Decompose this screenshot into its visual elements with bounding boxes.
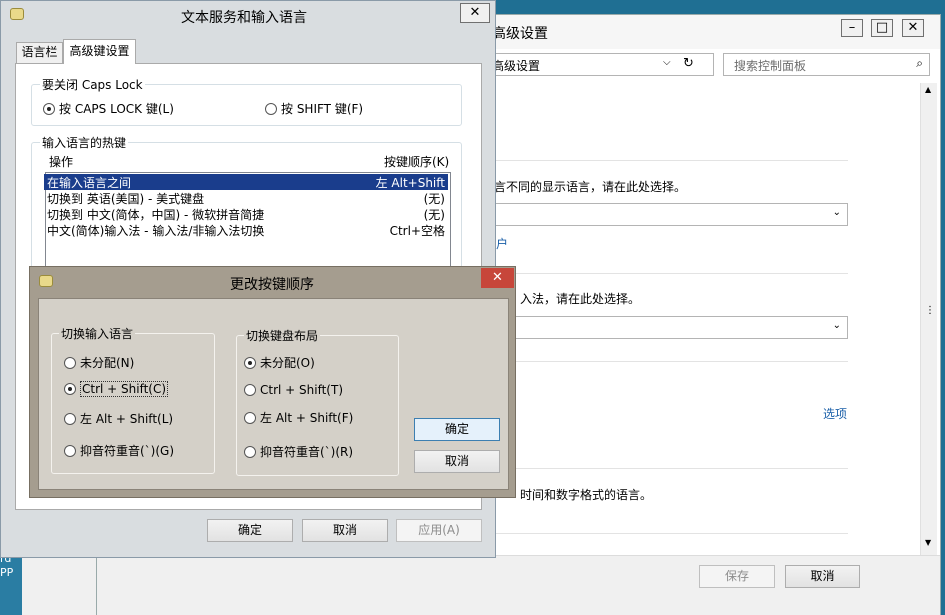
input-method-desc: 入法，请在此处选择。 bbox=[520, 292, 641, 306]
minimize-button[interactable]: – bbox=[841, 19, 863, 37]
divider bbox=[492, 273, 848, 274]
save-button[interactable]: 保存 bbox=[699, 565, 775, 588]
list-item[interactable]: 切换到 中文(简体，中国) - 微软拼音简捷 (无) bbox=[44, 206, 448, 222]
list-item[interactable]: 中文(简体)输入法 - 输入法/非输入法切换 Ctrl+空格 bbox=[44, 222, 448, 238]
search-icon[interactable]: ⌕ bbox=[916, 56, 923, 71]
apply-to-user-link[interactable]: 户 bbox=[496, 235, 508, 252]
radio-option[interactable]: 未分配(O) bbox=[244, 354, 315, 371]
radio[interactable] bbox=[244, 384, 256, 396]
radio-label: 按 SHIFT 键(F) bbox=[281, 102, 364, 116]
row-action: 切换到 中文(简体，中国) - 微软拼音简捷 bbox=[47, 208, 265, 222]
dialog-title: 更改按键顺序 bbox=[230, 277, 314, 293]
radio-shift[interactable]: 按 SHIFT 键(F) bbox=[265, 100, 363, 117]
radio-label: 未分配(O) bbox=[260, 356, 315, 370]
radio-label: Ctrl + Shift(T) bbox=[260, 383, 344, 397]
row-keys: (无) bbox=[423, 192, 445, 206]
radio-label: Ctrl + Shift(C) bbox=[80, 381, 169, 397]
change-key-sequence-dialog: 更改按键顺序 ✕ 切换输入语言 未分配(N) Ctrl + Shift(C) 左… bbox=[29, 266, 516, 498]
switch-input-language-group: 切换输入语言 未分配(N) Ctrl + Shift(C) 左 Alt + Sh… bbox=[51, 325, 215, 474]
radio[interactable] bbox=[265, 103, 277, 115]
maximize-button[interactable]: □ bbox=[871, 19, 893, 37]
col-header-keys: 按键顺序(K) bbox=[384, 155, 450, 169]
close-button[interactable]: ✕ bbox=[902, 19, 924, 37]
close-button[interactable]: ✕ bbox=[481, 268, 514, 288]
radio-label: 左 Alt + Shift(F) bbox=[260, 411, 354, 425]
tab-advanced-key-settings[interactable]: 高级键设置 bbox=[63, 39, 136, 64]
display-language-dropdown[interactable]: ⌄ bbox=[492, 203, 848, 226]
radio-selected[interactable] bbox=[43, 103, 55, 115]
scroll-down-icon[interactable]: ▼ bbox=[925, 538, 931, 547]
radio-label: 抑音符重音(`)(G) bbox=[80, 444, 175, 458]
switch-keyboard-layout-group: 切换键盘布局 未分配(O) Ctrl + Shift(T) 左 Alt + Sh… bbox=[236, 327, 399, 476]
search-input[interactable]: 搜索控制面板 ⌕ bbox=[723, 53, 930, 76]
radio-option[interactable]: 抑音符重音(`)(R) bbox=[244, 443, 353, 460]
chevron-down-icon: ⌄ bbox=[832, 320, 841, 331]
radio-label: 未分配(N) bbox=[80, 356, 135, 370]
input-method-dropdown[interactable]: ⌄ bbox=[492, 316, 848, 339]
divider bbox=[492, 160, 848, 161]
chevron-down-icon[interactable]: ⌵ bbox=[663, 57, 671, 68]
options-link[interactable]: 选项 bbox=[823, 405, 847, 422]
row-keys: (无) bbox=[423, 208, 445, 222]
cancel-button[interactable]: 取消 bbox=[414, 450, 500, 473]
group-title: 要关闭 Caps Lock bbox=[40, 76, 145, 93]
list-item[interactable]: 在输入语言之间 左 Alt+Shift bbox=[44, 174, 448, 190]
radio[interactable] bbox=[64, 357, 76, 369]
app-icon bbox=[39, 275, 53, 287]
group-title: 输入语言的热键 bbox=[40, 134, 129, 151]
radio-option[interactable]: Ctrl + Shift(T) bbox=[244, 383, 343, 397]
search-placeholder: 搜索控制面板 bbox=[734, 59, 807, 73]
radio-option[interactable]: 左 Alt + Shift(F) bbox=[244, 409, 353, 426]
list-item[interactable]: 切换到 英语(美国) - 美式键盘 (无) bbox=[44, 190, 448, 206]
bottom-white-strip bbox=[22, 556, 96, 615]
cancel-button[interactable]: 取消 bbox=[302, 519, 388, 542]
radio[interactable] bbox=[244, 412, 256, 424]
row-action: 中文(简体)输入法 - 输入法/非输入法切换 bbox=[47, 224, 265, 238]
radio-selected[interactable] bbox=[244, 357, 256, 369]
row-keys: 左 Alt+Shift bbox=[375, 176, 445, 190]
radio-option[interactable]: 抑音符重音(`)(G) bbox=[64, 442, 174, 459]
cp-title: 高级设置 bbox=[492, 26, 548, 42]
divider bbox=[492, 533, 848, 534]
radio-label: 抑音符重音(`)(R) bbox=[260, 445, 354, 459]
apply-button[interactable]: 应用(A) bbox=[396, 519, 482, 542]
row-action: 在输入语言之间 bbox=[47, 176, 132, 190]
radio-caps-lock[interactable]: 按 CAPS LOCK 键(L) bbox=[43, 100, 174, 117]
row-keys: Ctrl+空格 bbox=[389, 224, 445, 238]
tab-language-bar[interactable]: 语言栏 bbox=[16, 42, 63, 63]
address-bar[interactable]: 高级设置 ⌵ ↻ bbox=[482, 53, 714, 76]
dialog-body: 切换输入语言 未分配(N) Ctrl + Shift(C) 左 Alt + Sh… bbox=[38, 298, 509, 490]
group-title: 切换键盘布局 bbox=[244, 327, 321, 344]
ok-button[interactable]: 确定 bbox=[207, 519, 293, 542]
radio-option[interactable]: 未分配(N) bbox=[64, 354, 134, 371]
col-header-action: 操作 bbox=[49, 155, 74, 169]
radio-selected[interactable] bbox=[64, 383, 76, 395]
radio[interactable] bbox=[64, 445, 76, 457]
format-language-desc: 时间和数字格式的语言。 bbox=[520, 488, 653, 502]
radio[interactable] bbox=[244, 446, 256, 458]
cancel-button[interactable]: 取消 bbox=[785, 565, 860, 588]
radio-option[interactable]: 左 Alt + Shift(L) bbox=[64, 410, 173, 427]
chevron-down-icon: ⌄ bbox=[832, 207, 841, 218]
display-language-desc: 言不同的显示语言，请在此处选择。 bbox=[494, 180, 687, 194]
scroll-thumb[interactable]: ⋮ bbox=[925, 305, 935, 316]
divider bbox=[492, 361, 848, 362]
dialog-title: 文本服务和输入语言 bbox=[181, 10, 307, 26]
capslock-group: 要关闭 Caps Lock 按 CAPS LOCK 键(L) 按 SHIFT 键… bbox=[31, 76, 462, 126]
app-icon bbox=[10, 8, 24, 20]
radio-option[interactable]: Ctrl + Shift(C) bbox=[64, 381, 169, 397]
close-button[interactable]: ✕ bbox=[460, 3, 490, 23]
radio-label: 左 Alt + Shift(L) bbox=[80, 412, 174, 426]
group-title: 切换输入语言 bbox=[59, 325, 136, 342]
scroll-up-icon[interactable]: ▲ bbox=[925, 85, 931, 94]
vertical-scrollbar[interactable]: ▲ ⋮ ▼ bbox=[920, 83, 937, 555]
refresh-icon[interactable]: ↻ bbox=[683, 56, 694, 71]
radio[interactable] bbox=[64, 413, 76, 425]
divider bbox=[492, 468, 848, 469]
address-text: 高级设置 bbox=[492, 59, 541, 73]
radio-label: 按 CAPS LOCK 键(L) bbox=[59, 102, 174, 116]
row-action: 切换到 英语(美国) - 美式键盘 bbox=[47, 192, 205, 206]
ok-button[interactable]: 确定 bbox=[414, 418, 500, 441]
